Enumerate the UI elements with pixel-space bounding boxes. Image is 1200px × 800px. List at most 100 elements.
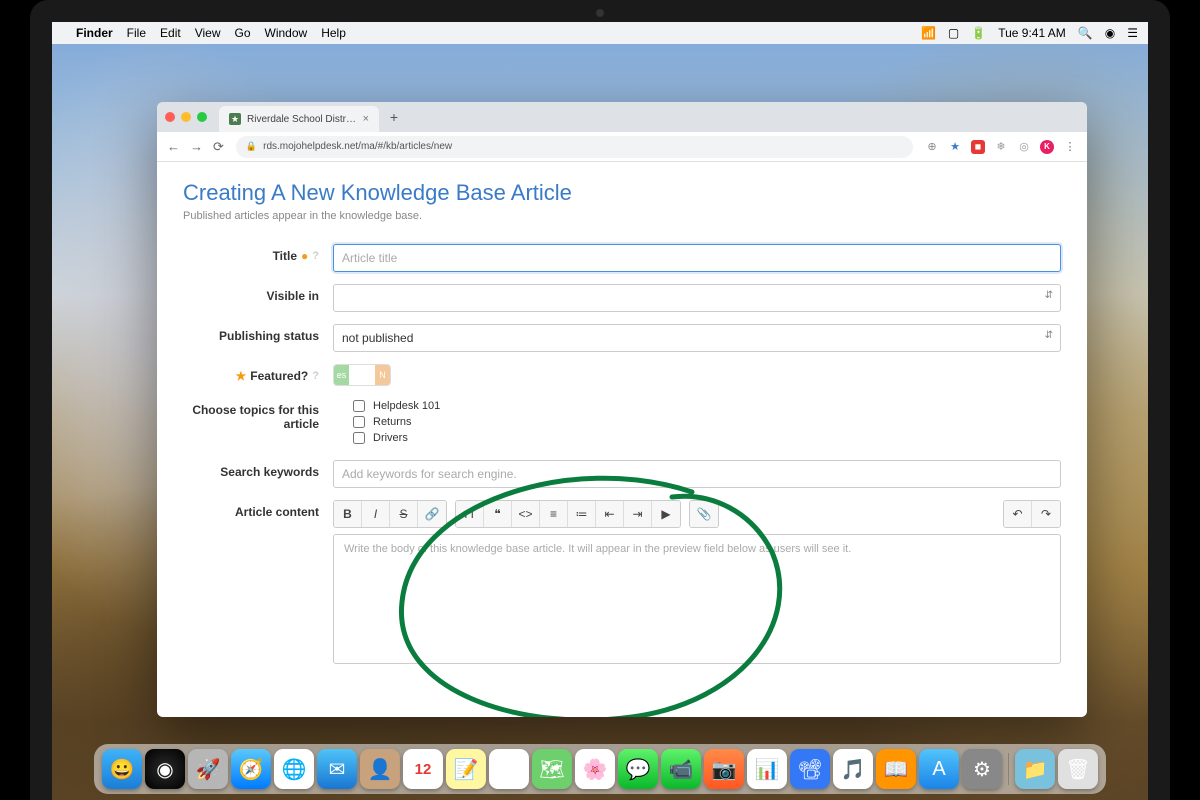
- wifi-icon[interactable]: 📶: [921, 26, 936, 40]
- menu-file[interactable]: File: [127, 26, 146, 40]
- browser-tab[interactable]: ★ Riverdale School District Crea ×: [219, 106, 379, 132]
- menu-go[interactable]: Go: [235, 26, 251, 40]
- visible-in-select[interactable]: [333, 284, 1061, 312]
- label-topics: Choose topics for this article: [183, 403, 319, 431]
- topic-checkbox[interactable]: [353, 432, 365, 444]
- tab-close-icon[interactable]: ×: [363, 113, 369, 125]
- dock-reminders-icon[interactable]: ☑: [489, 749, 529, 789]
- forward-button[interactable]: →: [190, 139, 203, 155]
- link-button[interactable]: 🔗: [418, 501, 446, 527]
- dock-notes-icon[interactable]: 📝: [446, 749, 486, 789]
- extension-icon-2[interactable]: ◎: [1017, 140, 1031, 154]
- topic-item[interactable]: Helpdesk 101: [353, 400, 1061, 412]
- dock-appstore-icon[interactable]: A: [919, 749, 959, 789]
- spotlight-icon[interactable]: 🔍: [1078, 26, 1093, 40]
- video-button[interactable]: ▶: [652, 501, 680, 527]
- airplay-icon[interactable]: ▢: [948, 26, 959, 40]
- menu-window[interactable]: Window: [265, 26, 308, 40]
- dock-facetime-icon[interactable]: 📹: [661, 749, 701, 789]
- outdent-button[interactable]: ⇤: [596, 501, 624, 527]
- menu-help[interactable]: Help: [321, 26, 346, 40]
- row-featured: ★ Featured? ? es N: [183, 364, 1061, 386]
- indent-button[interactable]: ⇥: [624, 501, 652, 527]
- menu-view[interactable]: View: [195, 26, 221, 40]
- help-icon[interactable]: ?: [312, 370, 319, 382]
- help-icon[interactable]: ?: [312, 250, 319, 262]
- dock-contacts-icon[interactable]: 👤: [360, 749, 400, 789]
- code-button[interactable]: <>: [512, 501, 540, 527]
- topic-checkbox[interactable]: [353, 400, 365, 412]
- laptop-bezel: Finder File Edit View Go Window Help 📶 ▢…: [30, 0, 1170, 800]
- bookmark-star-icon[interactable]: ★: [948, 140, 962, 154]
- italic-button[interactable]: I: [362, 501, 390, 527]
- window-minimize-button[interactable]: [181, 112, 191, 122]
- profile-avatar[interactable]: K: [1040, 140, 1054, 154]
- dock-chrome-icon[interactable]: 🌐: [274, 749, 314, 789]
- window-maximize-button[interactable]: [197, 112, 207, 122]
- dock-launchpad-icon[interactable]: 🚀: [188, 749, 228, 789]
- dock-mail-icon[interactable]: ✉: [317, 749, 357, 789]
- row-publishing-status: Publishing status not published: [183, 324, 1061, 352]
- browser-menu-icon[interactable]: ⋮: [1063, 140, 1077, 154]
- label-visible-in: Visible in: [267, 289, 319, 303]
- redo-button[interactable]: ↷: [1032, 501, 1060, 527]
- topic-item[interactable]: Drivers: [353, 432, 1061, 444]
- keywords-input[interactable]: [333, 460, 1061, 488]
- extension-adblock-icon[interactable]: ◼: [971, 140, 985, 154]
- undo-button[interactable]: ↶: [1004, 501, 1032, 527]
- row-topics: Choose topics for this article Helpdesk …: [183, 398, 1061, 448]
- dock-ibooks-icon[interactable]: 📖: [876, 749, 916, 789]
- topic-label: Drivers: [373, 432, 408, 444]
- label-content: Article content: [235, 505, 319, 519]
- dock-finder-icon[interactable]: 😀: [102, 749, 142, 789]
- new-tab-button[interactable]: +: [383, 109, 405, 125]
- dock-trash-icon[interactable]: 🗑: [1058, 749, 1098, 789]
- window-controls: [165, 112, 207, 122]
- warning-icon: ●: [301, 249, 308, 263]
- siri-icon[interactable]: ◉: [1105, 26, 1115, 40]
- address-bar[interactable]: 🔒 rds.mojohelpdesk.net/ma/#/kb/articles/…: [236, 136, 913, 158]
- dock-photos-icon[interactable]: 🌸: [575, 749, 615, 789]
- dock-calendar-icon[interactable]: 12: [403, 749, 443, 789]
- window-close-button[interactable]: [165, 112, 175, 122]
- dock-maps-icon[interactable]: 🗺: [532, 749, 572, 789]
- strikethrough-button[interactable]: S: [390, 501, 418, 527]
- ul-button[interactable]: ≡: [540, 501, 568, 527]
- notification-center-icon[interactable]: ☰: [1127, 26, 1138, 40]
- extension-icon[interactable]: ❄: [994, 140, 1008, 154]
- dock-photobooth-icon[interactable]: 📷: [704, 749, 744, 789]
- dock-messages-icon[interactable]: 💬: [618, 749, 658, 789]
- topic-label: Helpdesk 101: [373, 400, 440, 412]
- dock-numbers-icon[interactable]: 📊: [747, 749, 787, 789]
- dock-siri-icon[interactable]: ◉: [145, 749, 185, 789]
- publishing-status-select[interactable]: not published: [333, 324, 1061, 352]
- toggle-yes: es: [334, 365, 349, 385]
- title-input[interactable]: [333, 244, 1061, 272]
- dock-safari-icon[interactable]: 🧭: [231, 749, 271, 789]
- clock[interactable]: Tue 9:41 AM: [998, 26, 1066, 40]
- back-button[interactable]: ←: [167, 139, 180, 155]
- topic-label: Returns: [373, 416, 412, 428]
- dock-downloads-icon[interactable]: 📁: [1015, 749, 1055, 789]
- active-app-name[interactable]: Finder: [76, 26, 113, 40]
- reload-button[interactable]: ⟳: [213, 139, 224, 155]
- featured-toggle[interactable]: es N: [333, 364, 391, 386]
- editor-textarea[interactable]: Write the body of this knowledge base ar…: [333, 534, 1061, 664]
- screen: Finder File Edit View Go Window Help 📶 ▢…: [52, 22, 1148, 800]
- dock-preferences-icon[interactable]: ⚙: [962, 749, 1002, 789]
- topic-item[interactable]: Returns: [353, 416, 1061, 428]
- dock-keynote-icon[interactable]: 📽: [790, 749, 830, 789]
- browser-tab-bar: ★ Riverdale School District Crea × +: [157, 102, 1087, 132]
- topic-checkbox[interactable]: [353, 416, 365, 428]
- battery-icon[interactable]: 🔋: [971, 26, 986, 40]
- attachment-button[interactable]: 📎: [690, 501, 718, 527]
- bold-button[interactable]: B: [334, 501, 362, 527]
- fontsize-button[interactable]: ᴛT: [456, 501, 484, 527]
- menu-edit[interactable]: Edit: [160, 26, 181, 40]
- favicon-icon: ★: [229, 113, 241, 125]
- ol-button[interactable]: ≔: [568, 501, 596, 527]
- zoom-icon[interactable]: ⊕: [925, 140, 939, 154]
- row-title: Title ● ?: [183, 244, 1061, 272]
- dock-itunes-icon[interactable]: 🎵: [833, 749, 873, 789]
- quote-button[interactable]: ❝: [484, 501, 512, 527]
